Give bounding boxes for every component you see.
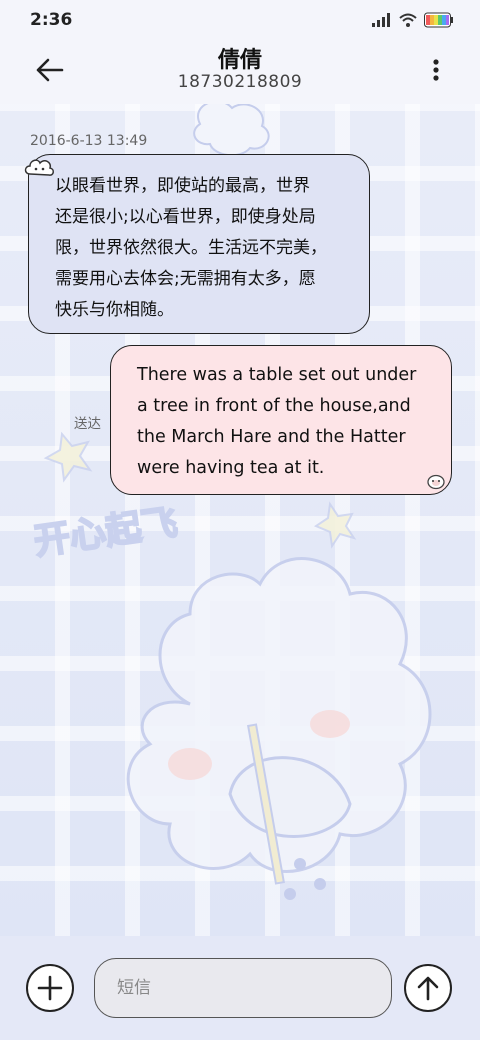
conversation-header: 倩倩 18730218809	[0, 40, 480, 104]
send-button[interactable]	[404, 964, 452, 1012]
more-options-button[interactable]	[428, 56, 444, 84]
battery-icon	[424, 12, 453, 28]
message-timestamp: 2016-6-13 13:49	[30, 133, 148, 149]
wallpaper-caption: 开心起飞	[32, 502, 180, 563]
wifi-icon	[399, 13, 417, 27]
outgoing-message-bubble[interactable]: There was a table set out under a tree i…	[110, 345, 452, 495]
add-attachment-button[interactable]	[26, 964, 74, 1012]
contact-name: 倩倩	[217, 48, 262, 73]
incoming-message-bubble[interactable]: 以眼看世界，即使站的最高，世界 还是很小;以心看世界，即使身处局 限，世界依然很…	[28, 154, 370, 334]
send-arrow-icon	[417, 976, 439, 1001]
compose-bar	[0, 936, 480, 1040]
contact-number: 18730218809	[177, 72, 303, 92]
cloud-sticker-icon	[24, 159, 54, 176]
more-vert-icon	[433, 59, 439, 81]
incoming-message-text: 以眼看世界，即使站的最高，世界 还是很小;以心看世界，即使身处局 限，世界依然很…	[55, 176, 327, 320]
plus-icon	[37, 975, 63, 1001]
message-input[interactable]	[94, 958, 392, 1018]
status-icons	[372, 12, 454, 28]
outgoing-message-text: There was a table set out under a tree i…	[137, 365, 417, 478]
delivery-status: 送达	[74, 416, 101, 432]
status-time: 2:36	[30, 10, 73, 30]
status-bar: 2:36	[0, 0, 480, 40]
sheep-sticker-icon	[427, 474, 445, 490]
signal-icon	[372, 13, 390, 27]
